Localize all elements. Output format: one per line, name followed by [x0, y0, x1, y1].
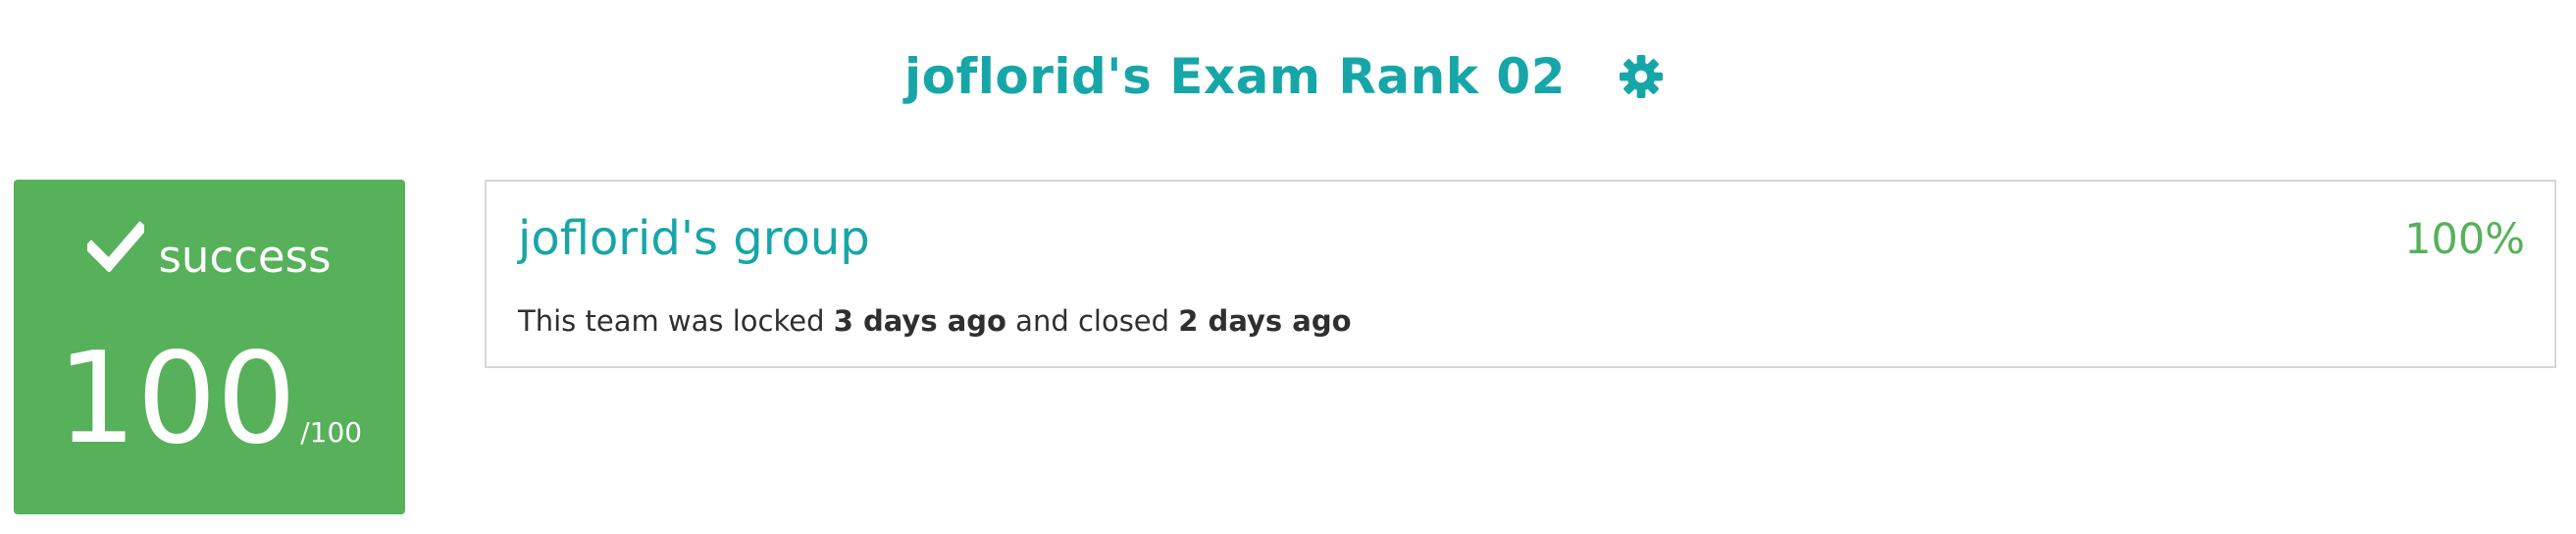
- team-name-link[interactable]: joflorid's group: [518, 215, 870, 262]
- team-status-middle: and closed: [1005, 304, 1179, 338]
- team-status-prefix: This team was locked: [518, 304, 834, 338]
- locked-time: 3 days ago: [833, 304, 1006, 338]
- team-panel: joflorid's group 100% This team was lock…: [485, 180, 2556, 368]
- score-value: 100: [56, 326, 297, 472]
- page-title: joflorid's Exam Rank 02: [903, 48, 1567, 105]
- status-text: success: [158, 230, 332, 283]
- page-header: joflorid's Exam Rank 02: [0, 37, 2576, 116]
- status-row: success: [14, 221, 405, 283]
- score-card: success 100 /100: [14, 180, 405, 514]
- check-icon: [83, 221, 149, 274]
- team-status: This team was locked 3 days ago and clos…: [518, 307, 1352, 336]
- gear-icon[interactable]: [1619, 54, 1664, 99]
- closed-time: 2 days ago: [1178, 304, 1352, 338]
- score-total: /100: [300, 416, 363, 449]
- team-grade: 100%: [2404, 215, 2525, 264]
- score-row: 100 /100: [14, 337, 405, 462]
